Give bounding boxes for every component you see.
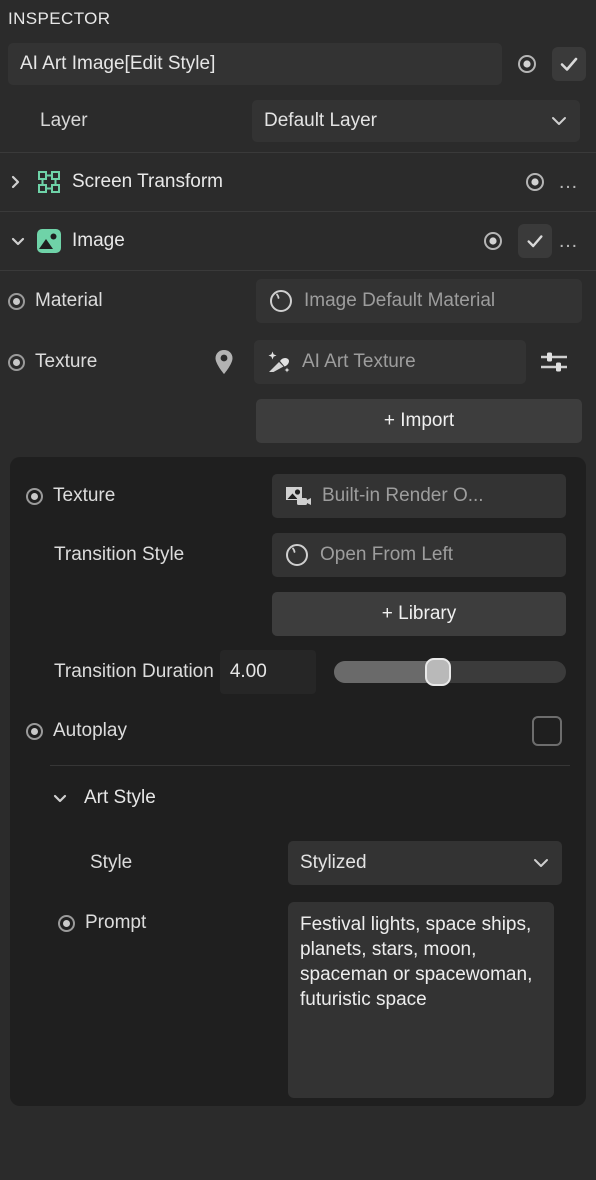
prompt-label: Prompt [85,912,147,933]
import-button[interactable]: + Import [256,399,582,443]
sliders-icon[interactable] [526,349,582,375]
style-dropdown[interactable]: Stylized [288,841,562,885]
circle-transition-icon [284,542,310,568]
sub-texture-label-group: Texture [26,485,272,507]
autoplay-checkbox[interactable] [532,716,562,746]
library-row: + Library [10,585,586,643]
record-dot-icon[interactable] [58,914,75,932]
chevron-right-icon[interactable] [10,174,32,190]
material-sphere-icon [268,288,294,314]
texture-label-group: Texture [8,351,194,373]
sub-texture-field[interactable]: Built-in Render O... [272,474,566,518]
chevron-down-icon [532,857,550,869]
ai-art-sub-panel: Texture Built-in Render O... Transition … [10,457,586,1106]
record-dot-icon[interactable] [8,292,25,310]
transition-duration-slider[interactable] [333,658,566,686]
transition-style-value: Open From Left [320,544,454,565]
check-icon[interactable] [552,47,586,81]
record-dot-icon[interactable] [518,165,552,199]
record-dot-icon[interactable] [26,722,43,740]
material-field[interactable]: Image Default Material [256,279,582,323]
library-button[interactable]: + Library [272,592,566,636]
style-value: Stylized [300,852,367,873]
component-name: Screen Transform [72,171,223,192]
page-title: INSPECTOR [8,9,111,28]
screen-transform-icon [36,169,62,195]
chevron-down-icon[interactable] [10,235,32,247]
style-label: Style [90,852,133,873]
sub-texture-row: Texture Built-in Render O... [10,467,586,525]
inspector-panel: INSPECTOR AI Art Image[Edit Style] Layer… [0,0,596,1180]
texture-label: Texture [35,351,98,372]
transition-duration-label: Transition Duration [54,661,214,682]
image-icon [36,228,62,254]
sub-texture-label: Texture [53,485,116,506]
record-dot-icon[interactable] [26,487,43,505]
object-name-row: AI Art Image[Edit Style] [0,38,596,90]
record-dot-icon[interactable] [510,47,544,81]
component-header-screen-transform[interactable]: Screen Transform … [0,153,596,211]
magic-brush-icon [266,349,292,375]
texture-value: AI Art Texture [302,351,416,372]
check-icon[interactable] [518,224,552,258]
art-style-label: Art Style [84,787,156,808]
layer-label: Layer [40,110,88,131]
sub-texture-value: Built-in Render O... [322,485,484,506]
component-name: Image [72,230,125,251]
slider-thumb[interactable] [425,658,452,686]
layer-value: Default Layer [264,110,378,131]
pin-icon[interactable] [194,349,254,375]
prompt-row: Prompt Festival lights, space ships, pla… [10,896,586,1098]
prompt-textarea[interactable]: Festival lights, space ships, planets, s… [288,902,554,1098]
transition-style-row: Transition Style Open From Left [10,525,586,585]
record-dot-icon[interactable] [476,224,510,258]
texture-row: Texture AI Art Texture [0,331,596,393]
art-style-header[interactable]: Art Style [10,766,586,830]
record-dot-icon[interactable] [8,353,25,371]
material-label: Material [35,290,103,311]
transition-duration-input[interactable]: 4.00 [219,650,316,694]
autoplay-label: Autoplay [53,720,127,741]
object-name-field[interactable]: AI Art Image[Edit Style] [8,43,502,85]
chevron-down-icon [550,115,568,127]
transition-style-label: Transition Style [54,544,185,565]
prompt-label-group: Prompt [26,902,288,934]
material-label-group: Material [8,290,256,312]
transition-duration-row: Transition Duration 4.00 [10,643,586,701]
component-header-image[interactable]: Image … [0,212,596,270]
overflow-menu-icon[interactable]: … [552,230,586,253]
material-value: Image Default Material [304,290,496,311]
chevron-down-icon[interactable] [52,792,74,804]
render-target-icon [284,483,312,509]
autoplay-row: Autoplay [10,701,586,761]
material-row: Material Image Default Material [0,271,596,331]
import-row: + Import [0,393,596,449]
texture-field[interactable]: AI Art Texture [254,340,526,384]
layer-row: Layer Default Layer [0,90,596,152]
overflow-menu-icon[interactable]: … [552,171,586,194]
slider-fill [333,661,439,683]
layer-dropdown[interactable]: Default Layer [252,100,580,142]
transition-style-field[interactable]: Open From Left [272,533,566,577]
style-row: Style Stylized [10,830,586,896]
autoplay-label-group: Autoplay [26,720,532,742]
